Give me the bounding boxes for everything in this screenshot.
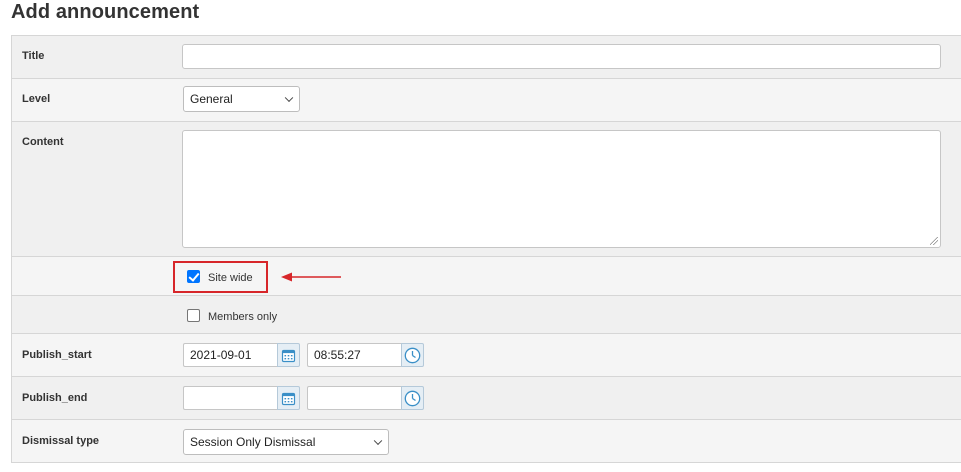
form-row-publish-end: Publish_end [12,377,961,420]
annotation-arrow-icon [281,272,341,282]
level-select[interactable]: General [183,86,300,112]
publish-start-date-field: 2021-09-01 [183,343,300,367]
form-row-members-only: Members only [12,296,961,334]
form-row-dismissal-type: Dismissal type Session Only Dismissal [12,420,961,463]
clock-icon [404,390,421,406]
publish-end-label: Publish_end [22,392,88,404]
form-row-title: Title [12,36,961,79]
dismissal-type-select-value: Session Only Dismissal [190,435,316,449]
announcement-form: Title Level General Content Site wide Me… [11,35,961,463]
publish-end-date-input[interactable] [183,386,277,410]
publish-start-time-input[interactable]: 08:55:27 [307,343,401,367]
calendar-icon [281,392,296,405]
dismissal-type-select[interactable]: Session Only Dismissal [183,429,389,455]
publish-end-date-field [183,386,300,410]
clock-icon [404,347,421,363]
chevron-down-icon [284,93,294,103]
form-row-content: Content [12,122,961,257]
publish-end-time-field [307,386,424,410]
form-row-level: Level General [12,79,961,122]
chevron-down-icon [373,436,383,446]
publish-end-clock-button[interactable] [401,386,424,410]
content-textarea[interactable] [182,130,941,248]
title-label: Title [22,50,45,62]
level-select-value: General [190,92,233,106]
page-title: Add announcement [11,1,200,23]
content-label: Content [22,136,64,148]
highlight-box [173,261,268,293]
form-row-site-wide: Site wide [12,257,961,296]
publish-start-time-field: 08:55:27 [307,343,424,367]
publish-end-time-input[interactable] [307,386,401,410]
resize-grip-icon[interactable] [930,237,938,245]
members-only-checkbox[interactable] [187,309,200,322]
publish-start-label: Publish_start [22,349,92,361]
title-input[interactable] [182,44,941,69]
dismissal-type-label: Dismissal type [22,435,100,447]
publish-end-calendar-button[interactable] [277,386,300,410]
calendar-icon [281,349,296,362]
form-row-publish-start: Publish_start 2021-09-01 08:55:27 [12,334,961,377]
level-label: Level [22,93,51,105]
publish-start-date-input[interactable]: 2021-09-01 [183,343,277,367]
publish-start-clock-button[interactable] [401,343,424,367]
members-only-label: Members only [208,311,278,323]
publish-start-calendar-button[interactable] [277,343,300,367]
